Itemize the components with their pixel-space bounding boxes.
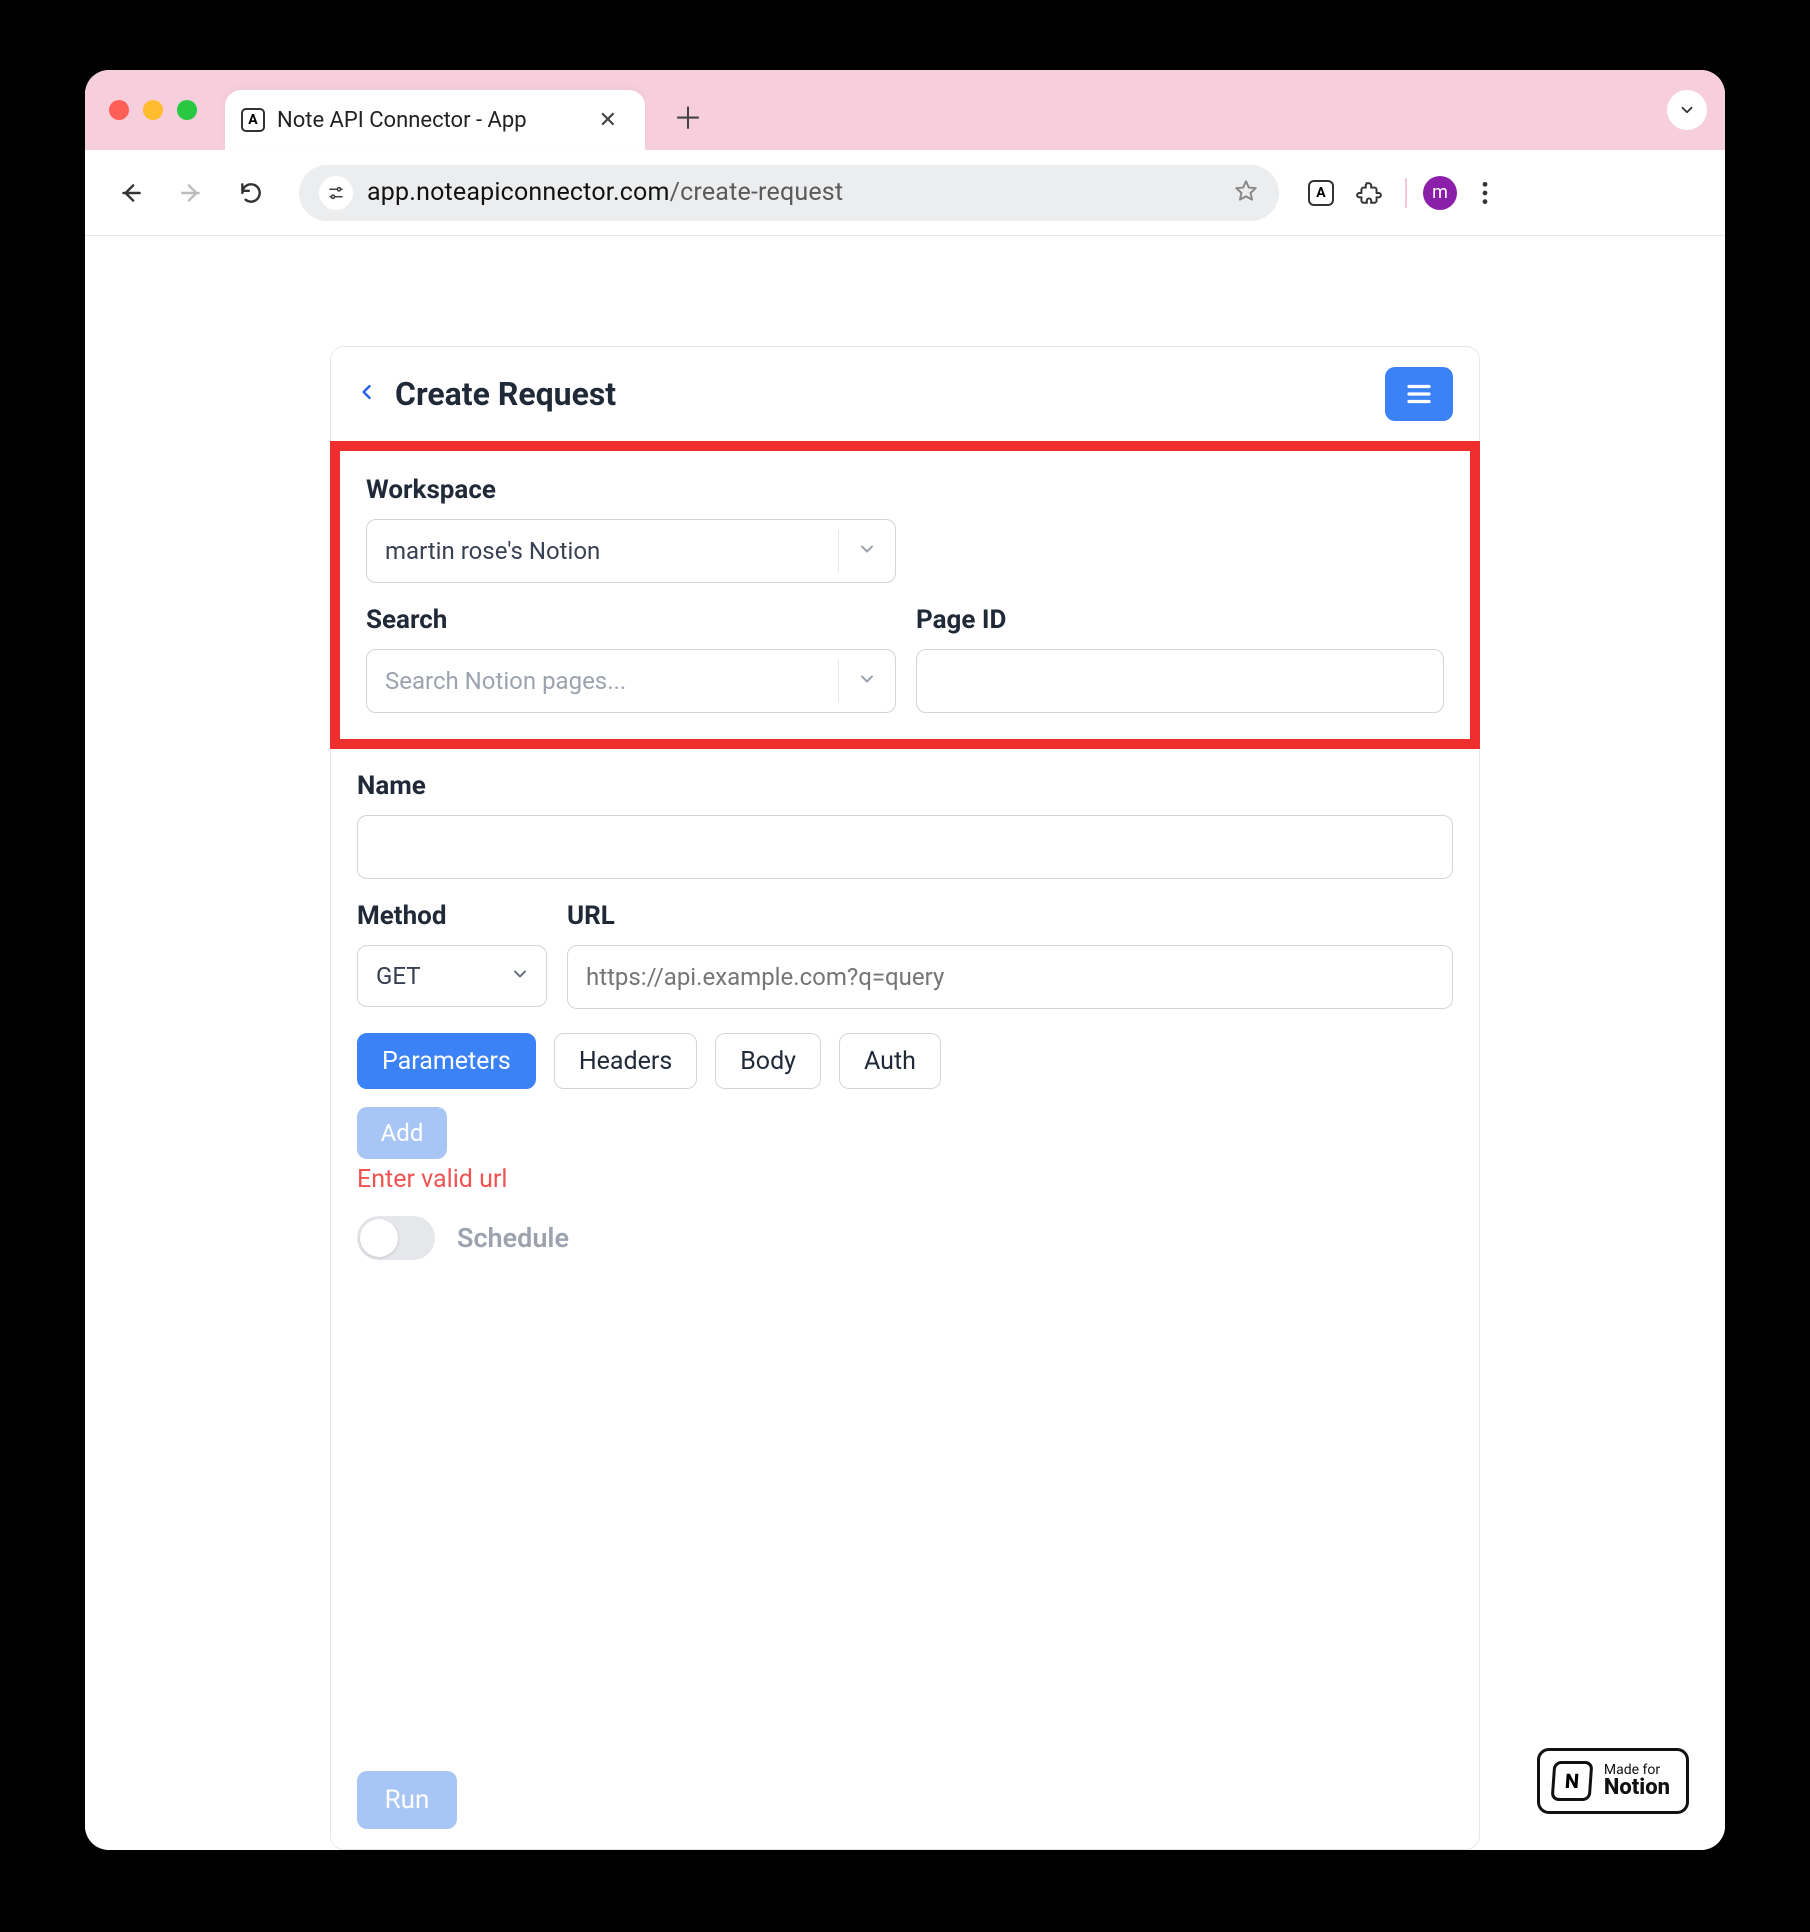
back-chevron-button[interactable] bbox=[357, 377, 377, 411]
schedule-label: Schedule bbox=[457, 1222, 569, 1254]
url-field[interactable] bbox=[586, 963, 1434, 991]
tab-strip: A Note API Connector - App ✕ ＋ bbox=[85, 70, 1725, 150]
close-window-button[interactable] bbox=[109, 100, 129, 120]
bookmark-button[interactable] bbox=[1233, 178, 1259, 208]
notion-badge-big: Notion bbox=[1604, 1777, 1670, 1799]
close-tab-button[interactable]: ✕ bbox=[591, 104, 625, 137]
maximize-window-button[interactable] bbox=[177, 100, 197, 120]
new-tab-button[interactable]: ＋ bbox=[659, 88, 717, 144]
tab-overflow-button[interactable] bbox=[1667, 90, 1707, 130]
search-label: Search bbox=[366, 605, 896, 635]
method-select[interactable]: GET bbox=[357, 945, 547, 1007]
workspace-label: Workspace bbox=[366, 475, 1444, 505]
name-field[interactable] bbox=[376, 833, 1434, 861]
hamburger-icon bbox=[1404, 379, 1434, 409]
toolbar-separator bbox=[1405, 178, 1407, 208]
highlighted-workspace-section: Workspace martin rose's Notion Search Se… bbox=[330, 441, 1480, 749]
card-menu-button[interactable] bbox=[1385, 367, 1453, 421]
select-divider bbox=[838, 530, 839, 572]
arrow-left-icon bbox=[118, 180, 144, 206]
method-selected-value: GET bbox=[376, 962, 421, 990]
reload-button[interactable] bbox=[225, 167, 277, 219]
tab-headers[interactable]: Headers bbox=[554, 1033, 697, 1089]
profile-avatar[interactable]: m bbox=[1423, 176, 1457, 210]
back-button[interactable] bbox=[105, 167, 157, 219]
reload-icon bbox=[238, 180, 264, 206]
select-divider bbox=[838, 660, 839, 702]
name-label: Name bbox=[357, 771, 1453, 801]
tab-body[interactable]: Body bbox=[715, 1033, 821, 1089]
card-header: Create Request bbox=[331, 347, 1479, 442]
add-button[interactable]: Add bbox=[357, 1107, 447, 1159]
url-domain: app.noteapiconnector.com bbox=[367, 178, 670, 207]
minimize-window-button[interactable] bbox=[143, 100, 163, 120]
toggle-knob bbox=[360, 1219, 398, 1257]
create-request-card: Create Request Workspace martin rose's N… bbox=[330, 346, 1480, 1850]
puzzle-icon bbox=[1356, 180, 1382, 206]
extension-noteapi-icon[interactable]: A bbox=[1301, 173, 1341, 213]
forward-button[interactable] bbox=[165, 167, 217, 219]
page-content: Create Request Workspace martin rose's N… bbox=[85, 236, 1725, 1850]
chevron-down-icon bbox=[1678, 101, 1696, 119]
notion-badge-text: Made for Notion bbox=[1604, 1763, 1670, 1799]
request-tabs: Parameters Headers Body Auth bbox=[331, 1009, 1479, 1089]
page-id-label: Page ID bbox=[916, 605, 1444, 635]
chevron-down-icon bbox=[510, 962, 530, 990]
address-bar[interactable]: app.noteapiconnector.com/create-request bbox=[299, 165, 1279, 221]
browser-window: A Note API Connector - App ✕ ＋ app.notea… bbox=[85, 70, 1725, 1850]
name-input[interactable] bbox=[357, 815, 1453, 879]
search-placeholder: Search Notion pages... bbox=[385, 667, 626, 695]
tab-parameters[interactable]: Parameters bbox=[357, 1033, 536, 1089]
url-label: URL bbox=[567, 901, 1453, 931]
url-input[interactable] bbox=[567, 945, 1453, 1009]
chevron-down-icon bbox=[857, 537, 877, 565]
chevron-down-icon bbox=[857, 667, 877, 695]
made-for-notion-badge[interactable]: N Made for Notion bbox=[1537, 1748, 1689, 1814]
page-id-field[interactable] bbox=[935, 667, 1425, 695]
run-button[interactable]: Run bbox=[357, 1771, 457, 1829]
arrow-right-icon bbox=[178, 180, 204, 206]
tune-icon bbox=[327, 184, 345, 202]
chevron-left-icon bbox=[357, 377, 377, 407]
method-label: Method bbox=[357, 901, 547, 931]
browser-tab[interactable]: A Note API Connector - App ✕ bbox=[225, 90, 645, 150]
url-path: /create-request bbox=[670, 178, 844, 207]
search-select[interactable]: Search Notion pages... bbox=[366, 649, 896, 713]
schedule-row: Schedule bbox=[331, 1194, 1479, 1282]
extensions-button[interactable] bbox=[1349, 173, 1389, 213]
tab-favicon: A bbox=[241, 108, 265, 132]
url-error-text: Enter valid url bbox=[331, 1159, 1479, 1194]
name-section: Name bbox=[331, 749, 1479, 879]
page-title: Create Request bbox=[395, 375, 616, 413]
tab-title: Note API Connector - App bbox=[277, 108, 527, 133]
schedule-toggle[interactable] bbox=[357, 1216, 435, 1260]
page-id-input[interactable] bbox=[916, 649, 1444, 713]
url-text: app.noteapiconnector.com/create-request bbox=[367, 178, 843, 207]
window-controls bbox=[109, 100, 197, 120]
kebab-icon bbox=[1481, 180, 1489, 206]
browser-menu-button[interactable] bbox=[1465, 180, 1505, 206]
browser-toolbar: app.noteapiconnector.com/create-request … bbox=[85, 150, 1725, 236]
site-info-button[interactable] bbox=[319, 176, 353, 210]
workspace-select[interactable]: martin rose's Notion bbox=[366, 519, 896, 583]
tab-auth[interactable]: Auth bbox=[839, 1033, 941, 1089]
workspace-selected-value: martin rose's Notion bbox=[385, 537, 600, 565]
notion-logo-icon: N bbox=[1550, 1761, 1593, 1801]
method-url-section: Method GET URL bbox=[331, 879, 1479, 1009]
star-icon bbox=[1233, 178, 1259, 204]
